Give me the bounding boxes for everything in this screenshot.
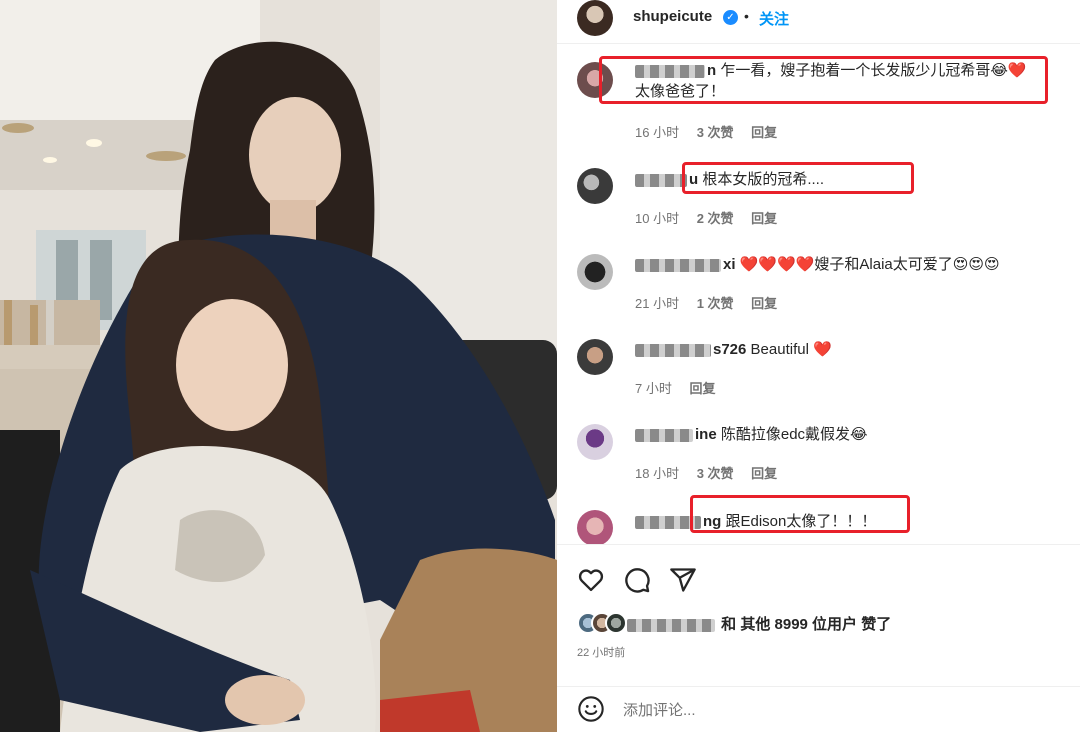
- comment-meta: 21 小时 1 次赞 回复: [635, 296, 778, 311]
- commenter-avatar[interactable]: [577, 254, 613, 290]
- author-avatar[interactable]: [577, 0, 613, 36]
- comment-icon[interactable]: [623, 566, 651, 594]
- likes-summary[interactable]: 和 其他 8999 位用户 赞了: [627, 613, 891, 634]
- commenter-avatar[interactable]: [577, 424, 613, 460]
- reply-button[interactable]: 回复: [751, 211, 777, 226]
- post-panel: shupeicute ✓ • 关注 n 乍一看，嫂子抱着一个长发版少儿冠希哥😂❤…: [557, 0, 1080, 732]
- red-highlight-box: [690, 495, 910, 533]
- blurred-username: [635, 343, 711, 357]
- photo-illustration: [0, 0, 557, 732]
- post-header: shupeicute ✓ • 关注: [557, 0, 1080, 44]
- comment-input[interactable]: 添加评论...: [623, 699, 696, 720]
- commenter-avatar[interactable]: [577, 168, 613, 204]
- comment-meta: 7 小时 回复: [635, 381, 716, 396]
- verified-icon: ✓: [723, 10, 738, 25]
- reply-button[interactable]: 回复: [751, 125, 777, 140]
- comment-text: ine 陈酷拉像edc戴假发😂: [635, 424, 868, 445]
- share-icon[interactable]: [669, 566, 697, 594]
- comment-meta: 10 小时 2 次赞 回复: [635, 211, 778, 226]
- blurred-username: [635, 173, 687, 187]
- post-timestamp: 22 小时前: [577, 647, 626, 659]
- reply-button[interactable]: 回复: [751, 296, 777, 311]
- red-highlight-box: [682, 162, 914, 194]
- reply-button[interactable]: 回复: [689, 381, 715, 396]
- blurred-username: [635, 428, 693, 442]
- comments-list: n 乍一看，嫂子抱着一个长发版少儿冠希哥😂❤️ 太像爸爸了！ 16 小时 3 次…: [557, 44, 1080, 544]
- comment-meta: 18 小时 3 次赞 回复: [635, 466, 778, 481]
- post-actions: 和 其他 8999 位用户 赞了 22 小时前: [557, 545, 1080, 685]
- emoji-icon[interactable]: [577, 695, 605, 723]
- add-comment-bar: 添加评论...: [557, 686, 1080, 732]
- comment-text: xi ❤️❤️❤️❤️嫂子和Alaia太可爱了😍😍😍: [635, 254, 1000, 275]
- heart-icon[interactable]: [577, 566, 605, 594]
- post-photo: [0, 0, 557, 732]
- reply-button[interactable]: 回复: [751, 466, 777, 481]
- header-separator: •: [744, 8, 749, 24]
- liker-avatar: [605, 612, 627, 634]
- author-username[interactable]: shupeicute: [633, 8, 712, 25]
- comment-text: s726 Beautiful ❤️: [635, 339, 832, 360]
- comment-meta: 16 小时 3 次赞 回复: [635, 125, 778, 140]
- blurred-username: [627, 618, 715, 632]
- follow-button[interactable]: 关注: [759, 8, 789, 29]
- blurred-username: [635, 258, 721, 272]
- commenter-avatar[interactable]: [577, 339, 613, 375]
- red-highlight-box: [599, 56, 1048, 104]
- commenter-avatar[interactable]: [577, 510, 613, 544]
